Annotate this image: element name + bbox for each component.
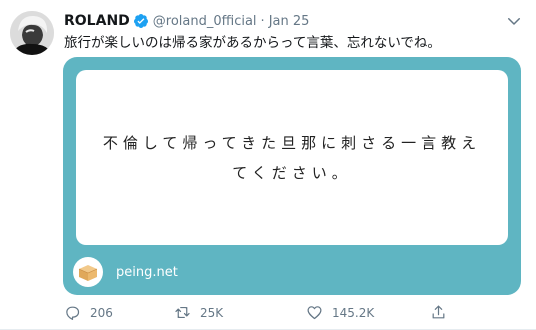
reply-button[interactable]: 206 [64, 304, 113, 321]
reply-count: 206 [90, 305, 113, 320]
retweet-icon [175, 306, 190, 319]
author-name[interactable]: ROLAND [64, 13, 130, 29]
brand-name: peing.net [116, 264, 178, 280]
retweet-count: 25K [200, 305, 224, 320]
retweet-button[interactable]: 25K [174, 304, 223, 321]
author-handle[interactable]: @roland_0fficial [153, 14, 257, 29]
verified-badge-icon [133, 13, 149, 29]
like-button[interactable]: 145.2K [306, 304, 374, 321]
separator-dot: · [260, 13, 265, 29]
tweet-text: 旅行が楽しいのは帰る家があるからって言葉、忘れないでね。 [64, 35, 441, 51]
question-text: 不倫して帰ってきた旦那に刺さる一言教えてください。 [102, 133, 482, 182]
peing-box-icon [73, 257, 103, 287]
brand-footer: peing.net [73, 257, 178, 287]
avatar[interactable] [10, 11, 54, 55]
share-icon [432, 305, 445, 319]
chevron-down-icon[interactable] [505, 12, 523, 30]
action-bar: 206 25K 145.2K [64, 304, 520, 322]
question-card: 不倫して帰ってきた旦那に刺さる一言教えてください。 [76, 70, 508, 245]
share-button[interactable] [430, 304, 447, 321]
reply-icon [66, 306, 80, 320]
media-image[interactable]: 不倫して帰ってきた旦那に刺さる一言教えてください。 peing.net [63, 57, 521, 295]
heart-icon [307, 306, 322, 320]
like-count: 145.2K [332, 305, 375, 320]
tweet-date[interactable]: Jan 25 [269, 14, 310, 29]
tweet[interactable]: ROLAND @roland_0fficial · Jan 25 旅行が楽しいの… [0, 0, 536, 330]
tweet-header: ROLAND @roland_0fficial · Jan 25 [64, 11, 309, 31]
